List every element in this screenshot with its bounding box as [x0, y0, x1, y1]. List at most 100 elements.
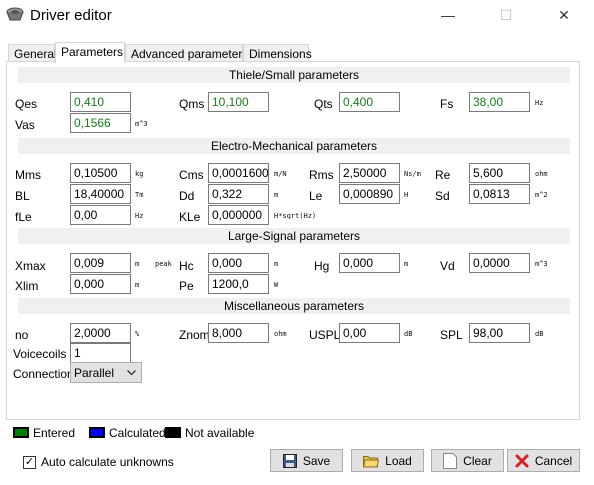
vas-unit: m^3	[135, 120, 148, 128]
xlim-unit: m	[135, 281, 140, 289]
hc-field[interactable]: 0,000	[208, 253, 269, 273]
load-button[interactable]: Load	[351, 449, 424, 472]
xmax-label: Xmax	[15, 259, 46, 273]
entered-swatch	[13, 427, 29, 438]
save-button[interactable]: Save	[270, 449, 343, 472]
no-unit: %	[135, 330, 140, 338]
tab-dimensions[interactable]: Dimensions	[243, 44, 312, 62]
cancel-button[interactable]: Cancel	[507, 449, 580, 472]
re-label: Re	[435, 168, 451, 182]
fs-field[interactable]: 38,00	[469, 92, 530, 112]
floppy-disk-icon	[282, 453, 297, 468]
title-bar: Driver editor — ☐ ✕	[0, 0, 594, 32]
pe-unit: W	[274, 281, 279, 289]
voicecoils-field[interactable]: 1	[70, 343, 131, 363]
section-miscellaneous: Miscellaneous parameters	[18, 298, 570, 314]
connection-value: Parallel	[74, 366, 115, 380]
uspl-label: USPL	[309, 328, 341, 342]
connection-select[interactable]: Parallel	[70, 362, 142, 383]
le-unit: H	[404, 191, 409, 199]
uspl-field[interactable]: 0,00	[339, 323, 400, 343]
hg-unit: m	[404, 260, 409, 268]
pe-label: Pe	[179, 279, 194, 293]
maximize-icon: ☐	[499, 6, 513, 23]
qes-label: Qes	[15, 97, 38, 111]
sd-field[interactable]: 0,0813	[469, 184, 530, 204]
hc-label: Hc	[179, 259, 194, 273]
section-large-signal: Large-Signal parameters	[18, 228, 570, 244]
re-field[interactable]: 5,600	[469, 163, 530, 183]
connection-label: Connection	[13, 367, 74, 381]
vd-unit: m^3	[535, 260, 548, 268]
clear-label: Clear	[463, 453, 492, 468]
folder-open-icon	[363, 455, 380, 467]
rms-unit: Ns/m	[404, 170, 421, 178]
no-field[interactable]: 2,0000	[70, 323, 131, 343]
cancel-label: Cancel	[534, 453, 573, 468]
rms-label: Rms	[309, 168, 334, 182]
cms-field[interactable]: 0,0001600	[208, 163, 269, 183]
parameters-panel: Thiele/Small parameters Qes 0,410 Qms 10…	[6, 61, 580, 420]
vd-label: Vd	[440, 259, 455, 273]
fs-unit: Hz	[535, 99, 544, 107]
xlim-field[interactable]: 0,000	[70, 274, 131, 294]
re-unit: ohm	[535, 170, 548, 178]
bl-label: BL	[15, 189, 30, 203]
tab-parameters[interactable]: Parameters	[55, 42, 125, 63]
auto-calculate-label: Auto calculate unknowns	[41, 455, 174, 469]
le-field[interactable]: 0,000890	[339, 184, 400, 204]
qts-field[interactable]: 0,400	[339, 92, 400, 112]
qts-label: Qts	[314, 97, 333, 111]
fle-unit: Hz	[135, 212, 144, 220]
tab-advanced-parameters[interactable]: Advanced parameters	[125, 44, 248, 62]
section-thiele-small: Thiele/Small parameters	[18, 67, 570, 83]
qes-field[interactable]: 0,410	[70, 92, 131, 112]
dd-field[interactable]: 0,322	[208, 184, 269, 204]
xmax-field[interactable]: 0,009	[70, 253, 131, 273]
bl-field[interactable]: 18,40000	[70, 184, 131, 204]
calculated-label: Calculated	[109, 426, 166, 440]
mms-field[interactable]: 0,10500	[70, 163, 131, 183]
auto-calculate-checkbox[interactable]: ✓	[23, 456, 36, 469]
cms-unit: m/N	[274, 170, 287, 178]
znom-label: Znom	[179, 328, 210, 342]
bl-unit: Tm	[135, 191, 144, 199]
clear-button[interactable]: Clear	[431, 449, 504, 472]
hg-field[interactable]: 0,000	[339, 253, 400, 273]
entered-label: Entered	[33, 426, 76, 440]
sd-unit: m^2	[535, 191, 548, 199]
xmax-peak-unit: peak	[155, 260, 172, 268]
spl-unit: dB	[535, 330, 544, 338]
maximize-button[interactable]: ☐	[483, 0, 529, 30]
znom-field[interactable]: 8,000	[208, 323, 269, 343]
tab-general[interactable]: General	[8, 44, 57, 62]
fs-label: Fs	[440, 97, 454, 111]
mms-unit: kg	[135, 170, 144, 178]
le-label: Le	[309, 189, 323, 203]
dd-unit: m	[274, 191, 279, 199]
spl-field[interactable]: 98,00	[469, 323, 530, 343]
rms-field[interactable]: 2,50000	[339, 163, 400, 183]
fle-label: fLe	[15, 210, 32, 224]
pe-field[interactable]: 1200,0	[208, 274, 269, 294]
spl-label: SPL	[440, 328, 463, 342]
window-title: Driver editor	[30, 7, 112, 24]
kle-label: KLe	[179, 210, 201, 224]
not-available-label: Not available	[185, 426, 255, 440]
cms-label: Cms	[179, 168, 204, 182]
load-label: Load	[385, 453, 412, 468]
blank-page-icon	[443, 452, 458, 469]
vas-label: Vas	[15, 118, 35, 132]
calculated-swatch	[89, 427, 105, 438]
kle-field[interactable]: 0,000000	[208, 205, 269, 225]
fle-field[interactable]: 0,00	[70, 205, 131, 225]
qms-field[interactable]: 10,100	[208, 92, 269, 112]
save-label: Save	[302, 453, 331, 468]
vd-field[interactable]: 0,0000	[469, 253, 530, 273]
sd-label: Sd	[435, 189, 450, 203]
dd-label: Dd	[179, 189, 195, 203]
minimize-button[interactable]: —	[425, 0, 471, 30]
close-button[interactable]: ✕	[541, 0, 587, 30]
xlim-label: Xlim	[15, 279, 39, 293]
vas-field[interactable]: 0,1566	[70, 113, 131, 133]
